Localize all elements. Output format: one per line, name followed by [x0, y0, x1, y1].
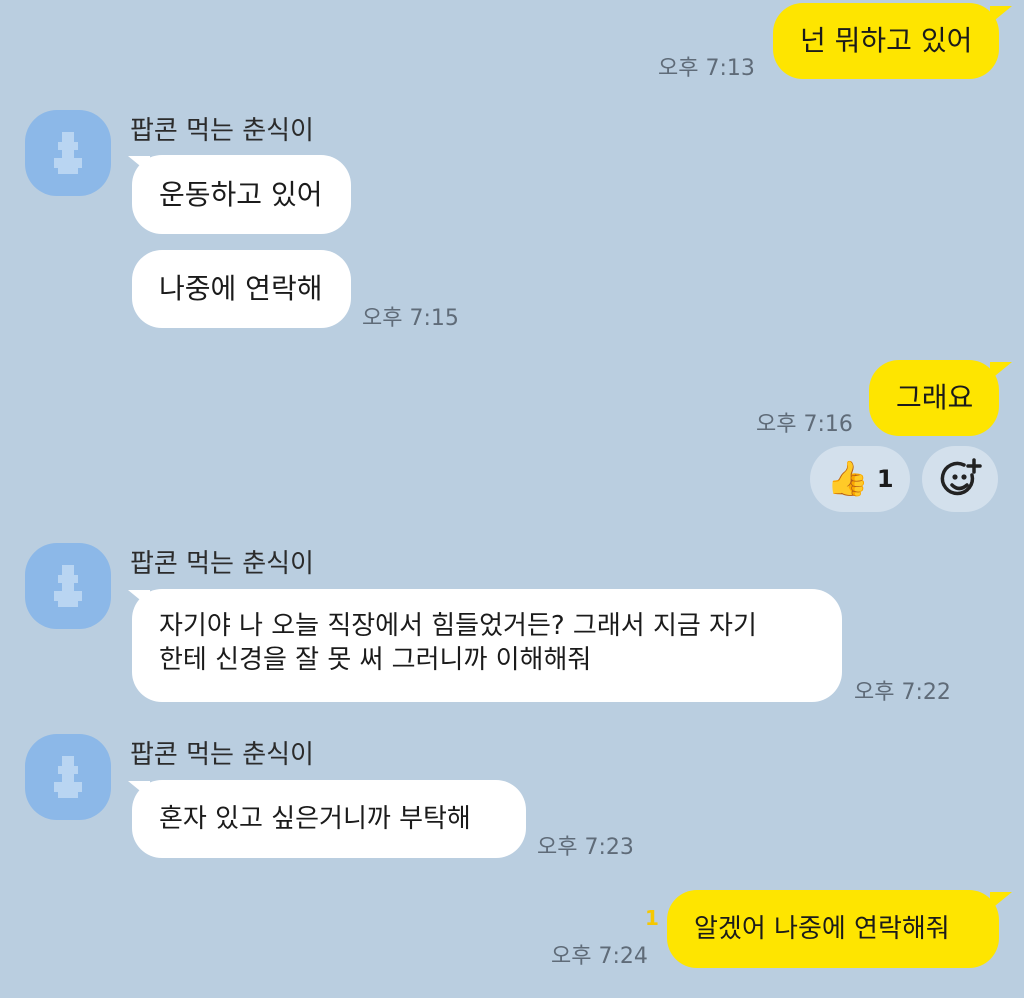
message-text: 알겠어 나중에 연락해줘	[694, 914, 950, 944]
sender-name: 팝콘 먹는 춘식이	[130, 549, 314, 579]
reaction-chip[interactable]: 👍 1	[810, 446, 910, 512]
my-message-bubble[interactable]: 넌 뭐하고 있어	[773, 3, 999, 79]
avatar[interactable]	[25, 734, 111, 820]
message-time: 오후 7:24	[551, 944, 648, 969]
message-text: 넌 뭐하고 있어	[800, 24, 973, 57]
message-text: 나중에 연락해	[159, 272, 323, 305]
profile-placeholder-icon	[54, 756, 82, 798]
my-message-bubble[interactable]: 알겠어 나중에 연락해줘	[667, 890, 999, 968]
unread-count: 1	[645, 906, 659, 930]
bubble-tail	[990, 892, 1012, 910]
their-message-bubble[interactable]: 운동하고 있어	[132, 155, 351, 234]
bubble-tail	[990, 6, 1012, 24]
avatar[interactable]	[25, 543, 111, 629]
profile-placeholder-icon	[54, 132, 82, 174]
their-message-bubble[interactable]: 자기야 나 오늘 직장에서 힘들었거든? 그래서 지금 자기 한테 신경을 잘 …	[132, 589, 842, 702]
thumbs-up-icon: 👍	[826, 459, 869, 499]
add-emoji-icon	[940, 458, 982, 496]
message-text: 그래요	[896, 381, 974, 414]
message-time: 오후 7:22	[854, 680, 951, 705]
avatar[interactable]	[25, 110, 111, 196]
profile-placeholder-icon	[54, 565, 82, 607]
bubble-tail	[990, 362, 1012, 380]
reaction-count: 1	[876, 465, 894, 493]
my-message-bubble[interactable]: 그래요	[869, 360, 999, 436]
message-time: 오후 7:16	[756, 412, 853, 437]
message-time: 오후 7:13	[658, 56, 755, 81]
message-time: 오후 7:23	[537, 835, 634, 860]
message-text: 혼자 있고 싶은거니까 부탁해	[159, 804, 471, 834]
their-message-bubble[interactable]: 나중에 연락해	[132, 250, 351, 328]
message-time: 오후 7:15	[362, 306, 459, 331]
their-message-bubble[interactable]: 혼자 있고 싶은거니까 부탁해	[132, 780, 526, 858]
sender-name: 팝콘 먹는 춘식이	[130, 116, 314, 146]
sender-name: 팝콘 먹는 춘식이	[130, 740, 314, 770]
message-text: 자기야 나 오늘 직장에서 힘들었거든? 그래서 지금 자기 한테 신경을 잘 …	[159, 611, 757, 675]
message-text: 운동하고 있어	[159, 177, 323, 211]
add-reaction-button[interactable]	[922, 446, 998, 512]
